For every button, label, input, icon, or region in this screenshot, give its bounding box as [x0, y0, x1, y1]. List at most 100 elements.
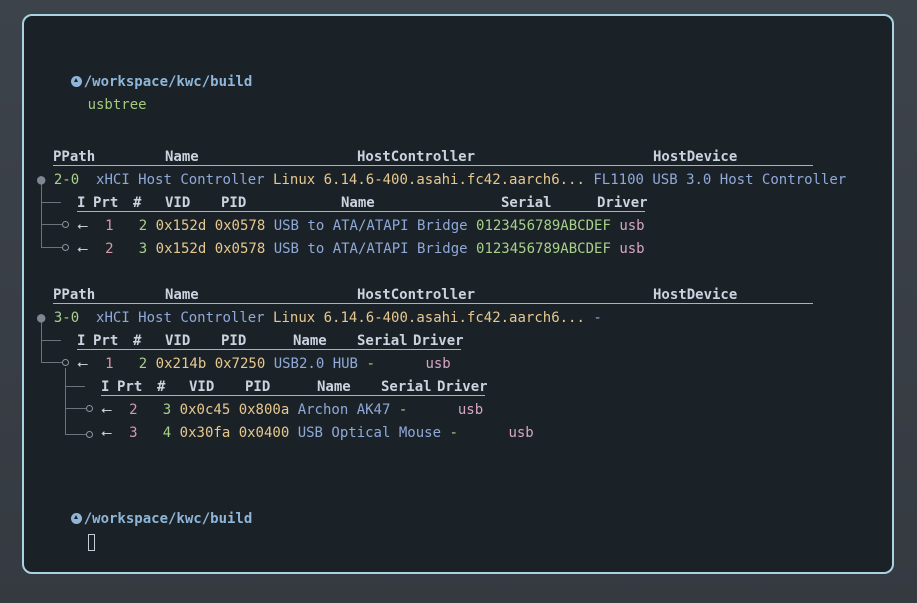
device-vid: 0x152d [155, 218, 207, 234]
device-name: USB to ATA/ATAPI Bridge [273, 218, 468, 234]
dev-header-prt: Prt [93, 333, 119, 349]
device-port: 3 [129, 425, 138, 441]
dev-header-prt: Prt [93, 195, 119, 211]
device-row: ⭠ 2 3 0x152d 0x0578 USB to ATA/ATAPI Bri… [77, 241, 645, 258]
command-text: usbtree [87, 97, 147, 113]
dev-header-i: I [77, 333, 86, 349]
command-line-2[interactable] [37, 517, 95, 569]
bus-host-controller: Linux 6.14.6-400.asahi.fc42.aarch6... [273, 310, 585, 326]
device-vid: 0x0c45 [179, 402, 231, 418]
device-vid: 0x30fa [179, 425, 231, 441]
dev-header-hash: # [157, 379, 166, 395]
dev-header-hash: # [133, 195, 142, 211]
tree-branch [41, 340, 61, 341]
device-port: 2 [105, 241, 114, 257]
tree-branch [41, 202, 61, 203]
tree-node [86, 431, 93, 438]
bus-row: ● 3-0 xHCI Host Controller Linux 6.14.6-… [37, 310, 602, 327]
device-driver: usb [425, 356, 451, 372]
command-line-1: usbtree [37, 80, 147, 131]
device-serial: 0123456789ABCDEF [476, 218, 611, 234]
bus-path: 3-0 [53, 310, 80, 326]
device-pid: 0x0400 [238, 425, 290, 441]
header-underline [53, 165, 813, 166]
bus-path: 2-0 [53, 172, 80, 188]
device-row: ⭠ 3 4 0x30fa 0x0400 USB Optical Mouse - … [101, 425, 534, 442]
header-host-device: HostDevice [653, 149, 738, 165]
dev-header-i: I [77, 195, 86, 211]
dev-header-vid: VID [189, 379, 215, 395]
desktop-background: /workspace/kwc/build usbtree PPath Name … [0, 0, 917, 603]
dev-header-serial: Serial [357, 333, 408, 349]
device-serial: - [449, 425, 458, 441]
device-driver: usb [619, 218, 645, 234]
device-row: ⭠ 2 3 0x0c45 0x800a Archon AK47 - usb [101, 402, 483, 419]
dev-header-pid: PID [245, 379, 271, 395]
usb-icon: ⭠ [77, 356, 89, 372]
bus-host-controller: Linux 6.14.6-400.asahi.fc42.aarch6... [273, 172, 585, 188]
dev-header-prt: Prt [117, 379, 143, 395]
device-vid: 0x214b [155, 356, 207, 372]
bus-name: xHCI Host Controller [96, 310, 265, 326]
device-driver: usb [508, 425, 534, 441]
header-host-controller: HostController [357, 287, 476, 303]
terminal-window[interactable]: /workspace/kwc/build usbtree PPath Name … [22, 14, 894, 574]
device-row: ⭠ 1 2 0x152d 0x0578 USB to ATA/ATAPI Bri… [77, 218, 645, 235]
dev-header-name: Name [341, 195, 375, 211]
tree-branch [65, 386, 85, 387]
device-pid: 0x7250 [214, 356, 266, 372]
dev-header-vid: VID [165, 333, 191, 349]
header-name: Name [165, 287, 199, 303]
tree-node [86, 405, 93, 412]
device-row: ⭠ 1 2 0x214b 0x7250 USB2.0 HUB - usb [77, 356, 451, 373]
device-number: 3 [162, 402, 172, 418]
device-vid: 0x152d [155, 241, 207, 257]
dev-header-serial: Serial [381, 379, 432, 395]
device-pid: 0x0578 [214, 218, 266, 234]
dev-header-vid: VID [165, 195, 191, 211]
dev-header-hash: # [133, 333, 142, 349]
tree-branch [65, 434, 87, 435]
usb-icon: ⭠ [101, 425, 113, 441]
dev-header-underline [77, 349, 461, 350]
device-port: 1 [105, 356, 114, 372]
device-serial: - [366, 356, 375, 372]
dev-header-serial: Serial [501, 195, 552, 211]
device-name: USB Optical Mouse [297, 425, 441, 441]
device-pid: 0x800a [238, 402, 290, 418]
usb-icon: ⭠ [77, 241, 89, 257]
device-port: 2 [129, 402, 138, 418]
dev-header-name: Name [317, 379, 351, 395]
device-name: Archon AK47 [297, 402, 391, 418]
device-port: 1 [105, 218, 114, 234]
tree-branch [41, 247, 63, 248]
tree-line [41, 322, 42, 362]
dev-header-i: I [101, 379, 110, 395]
device-number: 3 [138, 241, 148, 257]
header-ppath: PPath [53, 149, 96, 165]
header-host-device: HostDevice [653, 287, 738, 303]
dev-header-driver: Driver [597, 195, 648, 211]
device-serial: 0123456789ABCDEF [476, 241, 611, 257]
header-name: Name [165, 149, 199, 165]
header-ppath: PPath [53, 287, 96, 303]
dev-header-driver: Driver [437, 379, 488, 395]
tree-branch [65, 408, 87, 409]
bus-row: ● 2-0 xHCI Host Controller Linux 6.14.6-… [37, 172, 846, 189]
terminal-cursor[interactable] [87, 534, 95, 551]
tree-node [62, 359, 69, 366]
tree-node [62, 221, 69, 228]
device-name: USB2.0 HUB [273, 356, 358, 372]
header-host-controller: HostController [357, 149, 476, 165]
dev-header-pid: PID [221, 195, 247, 211]
device-number: 2 [138, 356, 148, 372]
tree-line [65, 368, 66, 434]
dev-header-name: Name [293, 333, 327, 349]
tree-branch [41, 362, 63, 363]
tree-node [62, 244, 69, 251]
device-driver: usb [619, 241, 645, 257]
device-name: USB to ATA/ATAPI Bridge [273, 241, 468, 257]
prompt-path: /workspace/kwc/build [83, 511, 253, 527]
dev-header-pid: PID [221, 333, 247, 349]
device-number: 4 [162, 425, 172, 441]
